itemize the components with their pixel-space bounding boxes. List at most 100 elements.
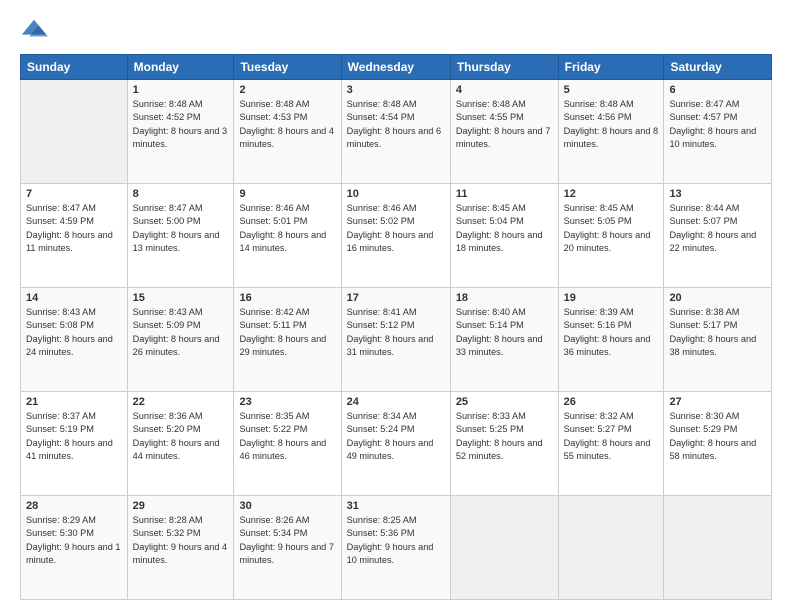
day-number: 19	[564, 292, 659, 304]
calendar-cell: 15Sunrise: 8:43 AMSunset: 5:09 PMDayligh…	[127, 288, 234, 392]
cell-info: Sunrise: 8:42 AMSunset: 5:11 PMDaylight:…	[239, 306, 335, 359]
cell-info: Sunrise: 8:48 AMSunset: 4:56 PMDaylight:…	[564, 98, 659, 151]
calendar-cell: 21Sunrise: 8:37 AMSunset: 5:19 PMDayligh…	[21, 392, 128, 496]
day-number: 24	[347, 396, 445, 408]
day-number: 23	[239, 396, 335, 408]
cell-info: Sunrise: 8:33 AMSunset: 5:25 PMDaylight:…	[456, 410, 553, 463]
logo	[20, 16, 52, 44]
calendar-cell: 14 Sunrise: 8:43 AMSunset: 5:08 PMDayligh…	[21, 288, 128, 392]
day-number: 8	[133, 188, 229, 200]
day-number: 26	[564, 396, 659, 408]
cell-info: Sunrise: 8:43 AMSunset: 5:08 PMDaylight:…	[26, 306, 122, 359]
cell-info: Sunrise: 8:48 AMSunset: 4:52 PMDaylight:…	[133, 98, 229, 151]
calendar-cell: 17 Sunrise: 8:41 AMSunset: 5:12 PMDayligh…	[341, 288, 450, 392]
calendar-cell: 28Sunrise: 8:29 AMSunset: 5:30 PMDayligh…	[21, 496, 128, 600]
cell-info: Sunrise: 8:46 AMSunset: 5:01 PMDaylight:…	[239, 202, 335, 255]
cell-info: Sunrise: 8:26 AMSunset: 5:34 PMDaylight:…	[239, 514, 335, 567]
header-day-monday: Monday	[127, 55, 234, 80]
day-number: 20	[669, 292, 766, 304]
day-number: 16	[239, 292, 335, 304]
cell-info: Sunrise: 8:45 AMSunset: 5:05 PMDaylight:…	[564, 202, 659, 255]
header-day-friday: Friday	[558, 55, 664, 80]
cell-info: Sunrise: 8:36 AMSunset: 5:20 PMDaylight:…	[133, 410, 229, 463]
calendar-cell: 1Sunrise: 8:48 AMSunset: 4:52 PMDaylight…	[127, 80, 234, 184]
day-number: 14	[26, 292, 122, 304]
calendar-cell: 16 Sunrise: 8:42 AMSunset: 5:11 PMDayligh…	[234, 288, 341, 392]
header-day-tuesday: Tuesday	[234, 55, 341, 80]
day-number: 29	[133, 500, 229, 512]
cell-info: Sunrise: 8:48 AMSunset: 4:53 PMDaylight:…	[239, 98, 335, 151]
cell-info: Sunrise: 8:38 AMSunset: 5:17 PMDaylight:…	[669, 306, 766, 359]
cell-info: Sunrise: 8:47 AMSunset: 5:00 PMDaylight:…	[133, 202, 229, 255]
calendar-table: SundayMondayTuesdayWednesdayThursdayFrid…	[20, 54, 772, 600]
cell-info: Sunrise: 8:47 AMSunset: 4:57 PMDaylight:…	[669, 98, 766, 151]
calendar-cell	[450, 496, 558, 600]
calendar-cell: 26 Sunrise: 8:32 AMSunset: 5:27 PMDayligh…	[558, 392, 664, 496]
cell-info: Sunrise: 8:28 AMSunset: 5:32 PMDaylight:…	[133, 514, 229, 567]
calendar-cell: 10Sunrise: 8:46 AMSunset: 5:02 PMDayligh…	[341, 184, 450, 288]
cell-info: Sunrise: 8:48 AMSunset: 4:54 PMDaylight:…	[347, 98, 445, 151]
day-number: 22	[133, 396, 229, 408]
cell-info: Sunrise: 8:40 AMSunset: 5:14 PMDaylight:…	[456, 306, 553, 359]
logo-icon	[20, 16, 48, 44]
calendar-cell: 20 Sunrise: 8:38 AMSunset: 5:17 PMDayligh…	[664, 288, 772, 392]
cell-info: Sunrise: 8:25 AMSunset: 5:36 PMDaylight:…	[347, 514, 445, 567]
cell-info: Sunrise: 8:43 AMSunset: 5:09 PMDaylight:…	[133, 306, 229, 359]
header-day-thursday: Thursday	[450, 55, 558, 80]
calendar-cell: 12 Sunrise: 8:45 AMSunset: 5:05 PMDayligh…	[558, 184, 664, 288]
cell-info: Sunrise: 8:30 AMSunset: 5:29 PMDaylight:…	[669, 410, 766, 463]
cell-info: Sunrise: 8:35 AMSunset: 5:22 PMDaylight:…	[239, 410, 335, 463]
day-number: 18	[456, 292, 553, 304]
day-number: 5	[564, 84, 659, 96]
cell-info: Sunrise: 8:39 AMSunset: 5:16 PMDaylight:…	[564, 306, 659, 359]
week-row-1: 7 Sunrise: 8:47 AMSunset: 4:59 PMDaylight…	[21, 184, 772, 288]
week-row-3: 21Sunrise: 8:37 AMSunset: 5:19 PMDayligh…	[21, 392, 772, 496]
header-day-sunday: Sunday	[21, 55, 128, 80]
header-row: SundayMondayTuesdayWednesdayThursdayFrid…	[21, 55, 772, 80]
week-row-4: 28Sunrise: 8:29 AMSunset: 5:30 PMDayligh…	[21, 496, 772, 600]
cell-info: Sunrise: 8:41 AMSunset: 5:12 PMDaylight:…	[347, 306, 445, 359]
calendar-cell: 13Sunrise: 8:44 AMSunset: 5:07 PMDayligh…	[664, 184, 772, 288]
calendar-cell	[558, 496, 664, 600]
calendar-cell: 7 Sunrise: 8:47 AMSunset: 4:59 PMDaylight…	[21, 184, 128, 288]
calendar-cell: 3 Sunrise: 8:48 AMSunset: 4:54 PMDaylight…	[341, 80, 450, 184]
day-number: 12	[564, 188, 659, 200]
cell-info: Sunrise: 8:47 AMSunset: 4:59 PMDaylight:…	[26, 202, 122, 255]
day-number: 7	[26, 188, 122, 200]
calendar-cell	[664, 496, 772, 600]
calendar-cell: 30 Sunrise: 8:26 AMSunset: 5:34 PMDayligh…	[234, 496, 341, 600]
week-row-0: 1Sunrise: 8:48 AMSunset: 4:52 PMDaylight…	[21, 80, 772, 184]
cell-info: Sunrise: 8:29 AMSunset: 5:30 PMDaylight:…	[26, 514, 122, 567]
day-number: 30	[239, 500, 335, 512]
day-number: 13	[669, 188, 766, 200]
calendar-cell: 11 Sunrise: 8:45 AMSunset: 5:04 PMDayligh…	[450, 184, 558, 288]
day-number: 11	[456, 188, 553, 200]
calendar-cell: 8 Sunrise: 8:47 AMSunset: 5:00 PMDaylight…	[127, 184, 234, 288]
cell-info: Sunrise: 8:48 AMSunset: 4:55 PMDaylight:…	[456, 98, 553, 151]
calendar-cell: 2 Sunrise: 8:48 AMSunset: 4:53 PMDaylight…	[234, 80, 341, 184]
day-number: 3	[347, 84, 445, 96]
week-row-2: 14 Sunrise: 8:43 AMSunset: 5:08 PMDayligh…	[21, 288, 772, 392]
day-number: 31	[347, 500, 445, 512]
calendar-cell: 31 Sunrise: 8:25 AMSunset: 5:36 PMDayligh…	[341, 496, 450, 600]
calendar-cell	[21, 80, 128, 184]
calendar-cell: 23 Sunrise: 8:35 AMSunset: 5:22 PMDayligh…	[234, 392, 341, 496]
header-day-saturday: Saturday	[664, 55, 772, 80]
calendar-cell: 6Sunrise: 8:47 AMSunset: 4:57 PMDaylight…	[664, 80, 772, 184]
header-day-wednesday: Wednesday	[341, 55, 450, 80]
day-number: 4	[456, 84, 553, 96]
cell-info: Sunrise: 8:45 AMSunset: 5:04 PMDaylight:…	[456, 202, 553, 255]
calendar-cell: 25 Sunrise: 8:33 AMSunset: 5:25 PMDayligh…	[450, 392, 558, 496]
day-number: 27	[669, 396, 766, 408]
day-number: 17	[347, 292, 445, 304]
calendar-cell: 5 Sunrise: 8:48 AMSunset: 4:56 PMDaylight…	[558, 80, 664, 184]
calendar-cell: 22 Sunrise: 8:36 AMSunset: 5:20 PMDayligh…	[127, 392, 234, 496]
calendar-cell: 4 Sunrise: 8:48 AMSunset: 4:55 PMDaylight…	[450, 80, 558, 184]
calendar-cell: 24Sunrise: 8:34 AMSunset: 5:24 PMDayligh…	[341, 392, 450, 496]
calendar-cell: 18 Sunrise: 8:40 AMSunset: 5:14 PMDayligh…	[450, 288, 558, 392]
calendar-cell: 27 Sunrise: 8:30 AMSunset: 5:29 PMDayligh…	[664, 392, 772, 496]
cell-info: Sunrise: 8:32 AMSunset: 5:27 PMDaylight:…	[564, 410, 659, 463]
cell-info: Sunrise: 8:37 AMSunset: 5:19 PMDaylight:…	[26, 410, 122, 463]
day-number: 2	[239, 84, 335, 96]
day-number: 25	[456, 396, 553, 408]
